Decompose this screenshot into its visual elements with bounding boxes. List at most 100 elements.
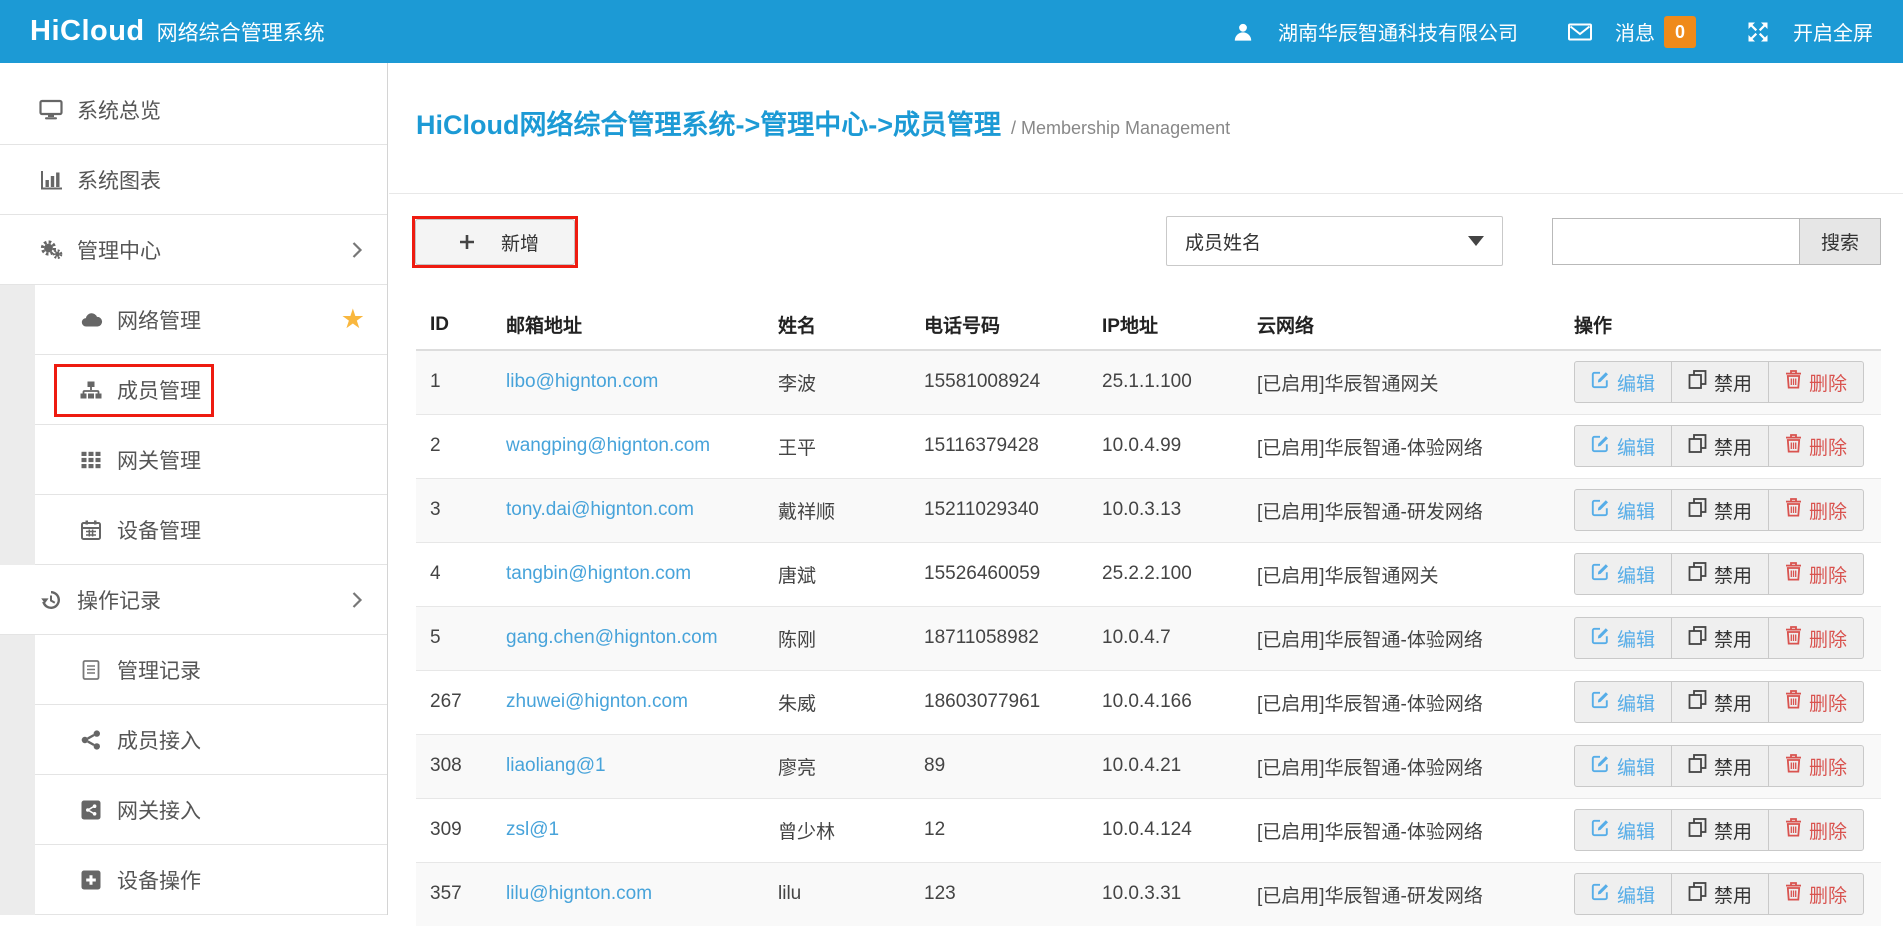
cell-network: [已启用]华辰智通-研发网络: [1243, 478, 1560, 542]
cell-network: [已启用]华辰智通-体验网络: [1243, 606, 1560, 670]
disable-button[interactable]: 禁用: [1671, 809, 1769, 851]
email-link[interactable]: zsl@1: [506, 819, 559, 840]
edit-button[interactable]: 编辑: [1574, 617, 1672, 659]
cell-ip: 10.0.4.7: [1088, 606, 1243, 670]
col-header-ip: IP地址: [1088, 300, 1243, 350]
chevron-right-icon: [351, 590, 363, 616]
sidebar: 系统总览 系统图表 管理中心 网络管理 ★ 成员管理: [0, 63, 388, 915]
email-link[interactable]: tony.dai@hignton.com: [506, 499, 694, 520]
sidebar-item-gateway-access[interactable]: 网关接入: [35, 775, 387, 845]
sidebar-item-member-access[interactable]: 成员接入: [35, 705, 387, 775]
messages-menu[interactable]: 消息 0: [1564, 16, 1696, 48]
cell-id: 357: [416, 862, 492, 926]
email-link[interactable]: wangping@hignton.com: [506, 435, 710, 456]
sidebar-item-system-charts[interactable]: 系统图表: [0, 145, 387, 215]
email-link[interactable]: zhuwei@hignton.com: [506, 691, 688, 712]
sidebar-item-mgmt-records[interactable]: 管理记录: [35, 635, 387, 705]
cell-network: [已启用]华辰智通-研发网络: [1243, 862, 1560, 926]
edit-button[interactable]: 编辑: [1574, 361, 1672, 403]
cell-name: 曾少林: [764, 798, 910, 862]
page-title: HiCloud网络综合管理系统->管理中心->成员管理 / Membership…: [416, 103, 1230, 142]
disable-button[interactable]: 禁用: [1671, 553, 1769, 595]
sidebar-item-admin-center[interactable]: 管理中心: [0, 215, 387, 285]
cell-ip: 25.2.2.100: [1088, 542, 1243, 606]
cell-ip: 10.0.3.31: [1088, 862, 1243, 926]
delete-button[interactable]: 删除: [1768, 681, 1864, 723]
sidebar-item-network-mgmt[interactable]: 网络管理 ★: [35, 285, 387, 355]
table-row: 4 tangbin@hignton.com 唐斌 15526460059 25.…: [416, 542, 1881, 606]
cell-name: 廖亮: [764, 734, 910, 798]
col-header-id: ID: [416, 300, 492, 350]
sidebar-item-device-mgmt[interactable]: 设备管理: [35, 495, 387, 565]
table-row: 3 tony.dai@hignton.com 戴祥顺 15211029340 1…: [416, 478, 1881, 542]
email-link[interactable]: tangbin@hignton.com: [506, 563, 691, 584]
edit-button[interactable]: 编辑: [1574, 425, 1672, 467]
delete-button[interactable]: 删除: [1768, 361, 1864, 403]
user-icon: [1227, 22, 1259, 42]
brand-subtitle: 网络综合管理系统: [157, 17, 325, 47]
disable-button[interactable]: 禁用: [1671, 745, 1769, 787]
table-header-row: ID 邮箱地址 姓名 电话号码 IP地址 云网络 操作: [416, 300, 1881, 350]
sidebar-item-system-overview[interactable]: 系统总览: [0, 75, 387, 145]
email-link[interactable]: liaoliang@1: [506, 755, 606, 776]
sidebar-item-gateway-mgmt[interactable]: 网关管理: [35, 425, 387, 495]
calendar-icon: [75, 520, 107, 540]
company-name: 湖南华辰智通科技有限公司: [1278, 17, 1518, 46]
delete-button[interactable]: 删除: [1768, 873, 1864, 915]
sidebar-item-member-mgmt[interactable]: 成员管理: [35, 355, 387, 425]
search-button[interactable]: 搜索: [1799, 218, 1881, 265]
sitemap-icon: [75, 381, 107, 399]
disable-button[interactable]: 禁用: [1671, 681, 1769, 723]
edit-icon: [1591, 626, 1610, 651]
copy-icon: [1688, 690, 1707, 715]
delete-button[interactable]: 删除: [1768, 425, 1864, 467]
cell-network: [已启用]华辰智通网关: [1243, 350, 1560, 414]
search-field-select[interactable]: 成员姓名: [1166, 216, 1503, 266]
edit-button[interactable]: 编辑: [1574, 553, 1672, 595]
company-menu[interactable]: 湖南华辰智通科技有限公司: [1227, 17, 1518, 46]
delete-button[interactable]: 删除: [1768, 489, 1864, 531]
cell-ip: 10.0.4.21: [1088, 734, 1243, 798]
edit-button[interactable]: 编辑: [1574, 681, 1672, 723]
disable-button[interactable]: 禁用: [1671, 361, 1769, 403]
envelope-icon: [1564, 23, 1596, 41]
messages-label: 消息: [1615, 17, 1655, 46]
email-link[interactable]: libo@hignton.com: [506, 371, 658, 392]
sidebar-item-device-ops[interactable]: 设备操作: [35, 845, 387, 915]
edit-icon: [1591, 434, 1610, 459]
disable-button[interactable]: 禁用: [1671, 489, 1769, 531]
cell-network: [已启用]华辰智通-体验网络: [1243, 670, 1560, 734]
cell-ip: 10.0.4.124: [1088, 798, 1243, 862]
trash-icon: [1785, 753, 1802, 779]
main-content: HiCloud网络综合管理系统->管理中心->成员管理 / Membership…: [389, 63, 1903, 915]
trash-icon: [1785, 561, 1802, 587]
chevron-right-icon: [351, 240, 363, 266]
fullscreen-toggle[interactable]: 开启全屏: [1742, 17, 1873, 46]
trash-icon: [1785, 433, 1802, 459]
add-member-button[interactable]: 新增: [415, 219, 575, 265]
cell-id: 5: [416, 606, 492, 670]
cell-phone: 18603077961: [910, 670, 1088, 734]
edit-button[interactable]: 编辑: [1574, 489, 1672, 531]
trash-icon: [1785, 369, 1802, 395]
edit-icon: [1591, 818, 1610, 843]
edit-button[interactable]: 编辑: [1574, 809, 1672, 851]
disable-button[interactable]: 禁用: [1671, 873, 1769, 915]
email-link[interactable]: lilu@hignton.com: [506, 883, 652, 904]
edit-button[interactable]: 编辑: [1574, 745, 1672, 787]
delete-button[interactable]: 删除: [1768, 553, 1864, 595]
search-field-value: 成员姓名: [1185, 228, 1261, 255]
delete-button[interactable]: 删除: [1768, 745, 1864, 787]
search-input[interactable]: [1552, 218, 1800, 265]
delete-button[interactable]: 删除: [1768, 617, 1864, 659]
sidebar-item-label: 系统图表: [77, 165, 161, 195]
sidebar-item-operation-records[interactable]: 操作记录: [0, 565, 387, 635]
trash-icon: [1785, 689, 1802, 715]
cell-phone: 15211029340: [910, 478, 1088, 542]
disable-button[interactable]: 禁用: [1671, 425, 1769, 467]
email-link[interactable]: gang.chen@hignton.com: [506, 627, 718, 648]
disable-button[interactable]: 禁用: [1671, 617, 1769, 659]
delete-button[interactable]: 删除: [1768, 809, 1864, 851]
edit-button[interactable]: 编辑: [1574, 873, 1672, 915]
cell-phone: 89: [910, 734, 1088, 798]
